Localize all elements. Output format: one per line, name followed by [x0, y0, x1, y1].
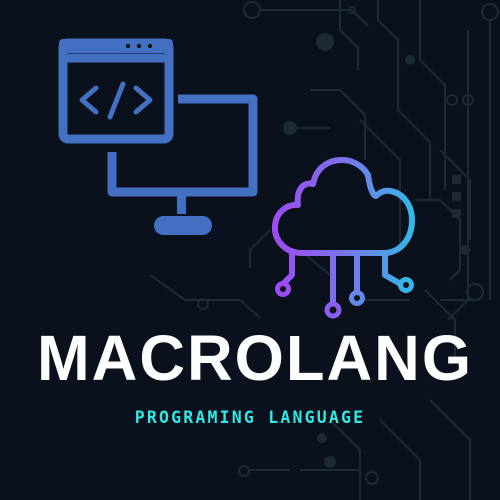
brand-tagline: PROGRAMING LANGUAGE: [134, 408, 366, 427]
brand-title-text: MACROLANG: [37, 326, 473, 390]
brand-title: MACROLANG: [37, 326, 473, 390]
logo-canvas: MACROLANG PROGRAMING LANGUAGE: [0, 0, 500, 500]
